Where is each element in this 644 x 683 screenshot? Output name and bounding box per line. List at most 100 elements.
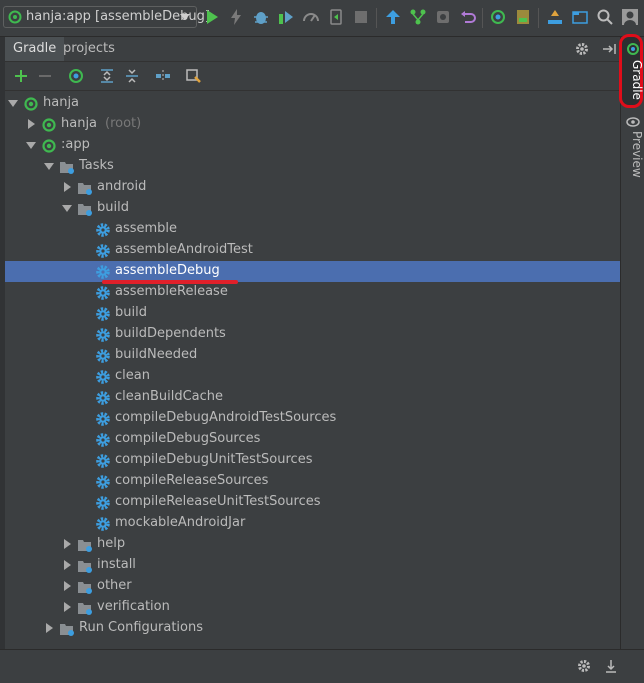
add-icon[interactable] (12, 67, 30, 85)
profile-icon[interactable] (302, 8, 320, 26)
chevron-down-icon[interactable] (8, 98, 18, 108)
folder-icon (78, 540, 92, 552)
apply-changes-icon[interactable] (327, 8, 345, 26)
gear-icon (96, 328, 110, 342)
task-item[interactable]: build (5, 303, 620, 324)
settings-gear-icon[interactable] (576, 658, 592, 674)
folder-icon (78, 561, 92, 573)
folder-icon (78, 183, 92, 195)
chevron-right-icon[interactable] (62, 581, 72, 591)
task-item[interactable]: compileDebugSources (5, 429, 620, 450)
hide-panel-icon[interactable] (601, 41, 617, 57)
tree-node-label: build (97, 200, 129, 215)
task-item[interactable]: assembleDebug (5, 261, 620, 282)
gear-icon (96, 454, 110, 468)
tree-node[interactable]: Run Configurations (5, 618, 620, 639)
tree-node[interactable]: android (5, 177, 620, 198)
build-variants-icon[interactable] (546, 8, 564, 26)
vcs-icon[interactable] (409, 8, 427, 26)
tree-node[interactable]: help (5, 534, 620, 555)
gear-icon (96, 433, 110, 447)
task-item[interactable]: compileReleaseSources (5, 471, 620, 492)
attach-gradle-project-icon[interactable] (154, 67, 172, 85)
tree-node-label: assemble (115, 221, 178, 236)
tree-node-label: mockableAndroidJar (115, 515, 246, 530)
tab-projects[interactable]: projects (55, 37, 123, 61)
stop-icon[interactable] (352, 8, 370, 26)
sdk-manager-icon[interactable] (514, 8, 532, 26)
task-item[interactable]: cleanBuildCache (5, 387, 620, 408)
gear-icon (96, 517, 110, 531)
toolbar-separator (376, 8, 377, 28)
tree-node[interactable]: verification (5, 597, 620, 618)
search-icon[interactable] (596, 8, 614, 26)
chevron-right-icon[interactable] (62, 602, 72, 612)
gear-icon (96, 307, 110, 321)
tree-node-label: Tasks (79, 158, 114, 173)
undo-icon[interactable] (459, 8, 477, 26)
side-tab-preview[interactable]: Preview (624, 131, 644, 178)
project-structure-icon[interactable] (571, 8, 589, 26)
gear-icon (96, 244, 110, 258)
debug-icon[interactable] (252, 8, 270, 26)
side-tab-gradle[interactable]: Gradle (624, 60, 644, 100)
tree-node-label: assembleAndroidTest (115, 242, 253, 257)
download-icon[interactable] (603, 658, 619, 674)
tree-node-label: compileDebugAndroidTestSources (115, 410, 337, 425)
gradle-sync-icon[interactable] (489, 8, 507, 26)
settings-gear-icon[interactable] (574, 41, 590, 57)
task-item[interactable]: assemble (5, 219, 620, 240)
tree-node[interactable]: Tasks (5, 156, 620, 177)
chevron-right-icon[interactable] (44, 623, 54, 633)
device-manager-icon[interactable] (434, 8, 452, 26)
gradle-settings-wrench-icon[interactable] (185, 67, 203, 85)
tree-node-label: buildDependents (115, 326, 226, 341)
tree-node[interactable]: hanja (root) (5, 114, 620, 135)
tree-node[interactable]: hanja (5, 93, 620, 114)
chevron-right-icon[interactable] (62, 539, 72, 549)
chevron-down-icon[interactable] (26, 140, 36, 150)
task-item[interactable]: compileDebugAndroidTestSources (5, 408, 620, 429)
sync-icon[interactable] (384, 8, 402, 26)
tree-node[interactable]: install (5, 555, 620, 576)
task-item[interactable]: assembleAndroidTest (5, 240, 620, 261)
expand-all-icon[interactable] (98, 67, 116, 85)
task-item[interactable]: compileReleaseUnitTestSources (5, 492, 620, 513)
task-item[interactable]: mockableAndroidJar (5, 513, 620, 534)
gear-icon (96, 349, 110, 363)
task-item[interactable]: assembleRelease (5, 282, 620, 303)
chevron-down-icon[interactable] (62, 203, 72, 213)
remove-icon[interactable] (36, 67, 54, 85)
tree-node[interactable]: other (5, 576, 620, 597)
tree-node-label: build (115, 305, 147, 320)
refresh-gradle-icon[interactable] (67, 67, 85, 85)
gear-icon (96, 370, 110, 384)
tree-node[interactable]: :app (5, 135, 620, 156)
chevron-right-icon[interactable] (62, 560, 72, 570)
run-configuration-dropdown[interactable]: hanja:app [assembleDebug] (3, 6, 210, 28)
task-item[interactable]: buildDependents (5, 324, 620, 345)
lightning-icon[interactable] (227, 8, 245, 26)
account-icon[interactable] (621, 8, 639, 26)
gear-icon (96, 265, 110, 279)
gradle-panel-header: Gradle projects (5, 37, 620, 62)
tree-node-label: clean (115, 368, 150, 383)
tree-node[interactable]: build (5, 198, 620, 219)
run-icon[interactable] (203, 8, 221, 26)
chevron-right-icon[interactable] (62, 182, 72, 192)
collapse-all-icon[interactable] (123, 67, 141, 85)
chevron-right-icon[interactable] (26, 119, 36, 129)
run-with-coverage-icon[interactable] (277, 8, 295, 26)
gear-icon (96, 286, 110, 300)
chevron-down-icon[interactable] (44, 161, 54, 171)
folder-icon (60, 162, 74, 174)
tree-node-label: Run Configurations (79, 620, 203, 635)
gradle-icon (8, 10, 22, 24)
task-item[interactable]: compileDebugUnitTestSources (5, 450, 620, 471)
task-item[interactable]: clean (5, 366, 620, 387)
gear-icon (96, 496, 110, 510)
folder-icon (78, 603, 92, 615)
annotation-underline (102, 280, 238, 284)
folder-icon (78, 582, 92, 594)
task-item[interactable]: buildNeeded (5, 345, 620, 366)
